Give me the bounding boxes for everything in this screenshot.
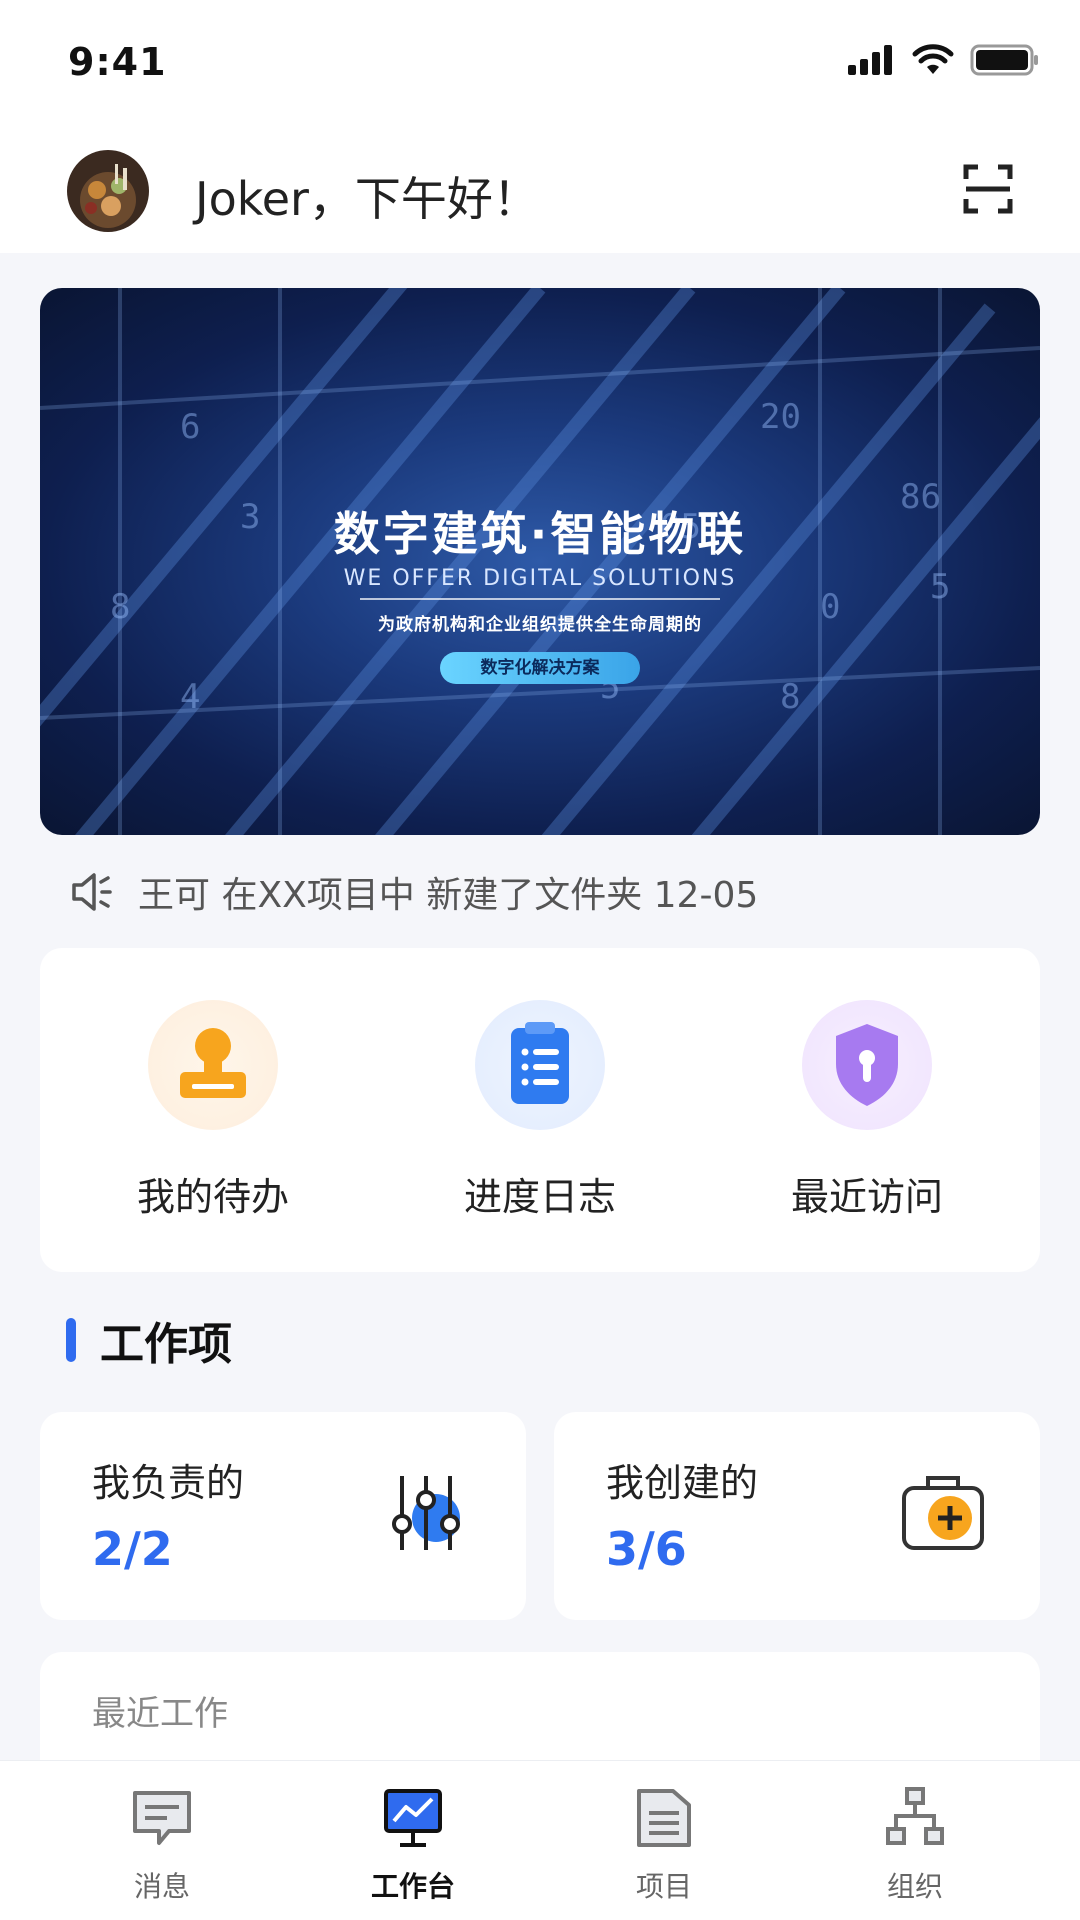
nav-item-messages[interactable]: 消息 bbox=[62, 1785, 262, 1905]
message-icon bbox=[129, 1785, 195, 1851]
workbench-icon bbox=[380, 1785, 446, 1851]
quick-item-todo[interactable]: 我的待办 bbox=[93, 1000, 333, 1221]
nav-item-workbench[interactable]: 工作台 bbox=[313, 1785, 513, 1905]
nav-label-projects: 项目 bbox=[635, 1870, 692, 1903]
status-bar: 9:41 bbox=[0, 0, 1080, 125]
status-icons bbox=[846, 44, 1040, 76]
banner-divider bbox=[360, 598, 720, 600]
add-case-icon bbox=[898, 1468, 988, 1558]
quick-label-todo: 我的待办 bbox=[136, 1175, 289, 1219]
section-title-text: 工作项 bbox=[100, 1319, 232, 1370]
nav-label-workbench: 工作台 bbox=[370, 1870, 455, 1903]
notice-bar[interactable]: 王可 在XX项目中 新建了文件夹 12-05 bbox=[70, 866, 758, 918]
section-accent-bar bbox=[66, 1318, 76, 1362]
stamp-icon bbox=[148, 1000, 278, 1130]
quick-label-recent-visit: 最近访问 bbox=[790, 1175, 943, 1219]
clipboard-icon bbox=[475, 1000, 605, 1130]
banner-content: 数字建筑·智能物联 WE OFFER DIGITAL SOLUTIONS 为政府… bbox=[40, 288, 1040, 835]
banner-description: 为政府机构和企业组织提供全生命周期的 bbox=[378, 615, 702, 635]
work-count-responsible: 2/2 bbox=[92, 1522, 173, 1576]
quick-actions-card: 我的待办 进度日志 最近访问 bbox=[40, 948, 1040, 1272]
signal-icon bbox=[848, 45, 892, 75]
notice-text: 王可 在XX项目中 新建了文件夹 12-05 bbox=[138, 875, 759, 916]
recent-work-title: 最近工作 bbox=[92, 1694, 228, 1734]
banner-pill: 数字化解决方案 bbox=[440, 652, 640, 684]
work-card-created[interactable]: 我创建的 3/6 bbox=[554, 1412, 1040, 1620]
quick-label-progress-log: 进度日志 bbox=[463, 1175, 616, 1219]
scan-icon bbox=[963, 164, 1013, 214]
quick-item-progress-log[interactable]: 进度日志 bbox=[420, 1000, 660, 1221]
work-count-created: 3/6 bbox=[606, 1522, 687, 1576]
nav-item-projects[interactable]: 项目 bbox=[564, 1785, 764, 1905]
battery-icon bbox=[970, 44, 1038, 76]
nav-item-organization[interactable]: 组织 bbox=[815, 1785, 1015, 1905]
greeting-text: Joker，下午好！ bbox=[195, 172, 539, 226]
wifi-icon bbox=[912, 44, 954, 74]
shield-key-icon bbox=[802, 1000, 932, 1130]
project-icon bbox=[631, 1785, 697, 1851]
work-title-created: 我创建的 bbox=[606, 1461, 759, 1505]
banner-title: 数字建筑·智能物联 bbox=[333, 507, 747, 561]
work-title-responsible: 我负责的 bbox=[92, 1461, 245, 1505]
scan-button[interactable] bbox=[962, 163, 1014, 215]
nav-label-organization: 组织 bbox=[886, 1870, 943, 1903]
sliders-icon bbox=[384, 1468, 474, 1558]
section-title: 工作项 bbox=[66, 1315, 232, 1370]
org-icon bbox=[882, 1785, 948, 1851]
banner-subtitle: WE OFFER DIGITAL SOLUTIONS bbox=[343, 566, 737, 591]
promo-banner[interactable]: 6 3 8 4 20 86 0 5 8 05 5 数字建筑·智能物联 WE OF… bbox=[40, 288, 1040, 835]
avatar[interactable] bbox=[67, 150, 149, 232]
speaker-icon bbox=[72, 873, 112, 911]
header: Joker，下午好！ bbox=[0, 125, 1080, 253]
quick-item-recent-visit[interactable]: 最近访问 bbox=[747, 1000, 987, 1221]
work-card-responsible[interactable]: 我负责的 2/2 bbox=[40, 1412, 526, 1620]
status-time: 9:41 bbox=[68, 40, 167, 84]
nav-label-messages: 消息 bbox=[133, 1870, 190, 1903]
bottom-nav: 消息 工作台 项目 组织 bbox=[0, 1760, 1080, 1920]
